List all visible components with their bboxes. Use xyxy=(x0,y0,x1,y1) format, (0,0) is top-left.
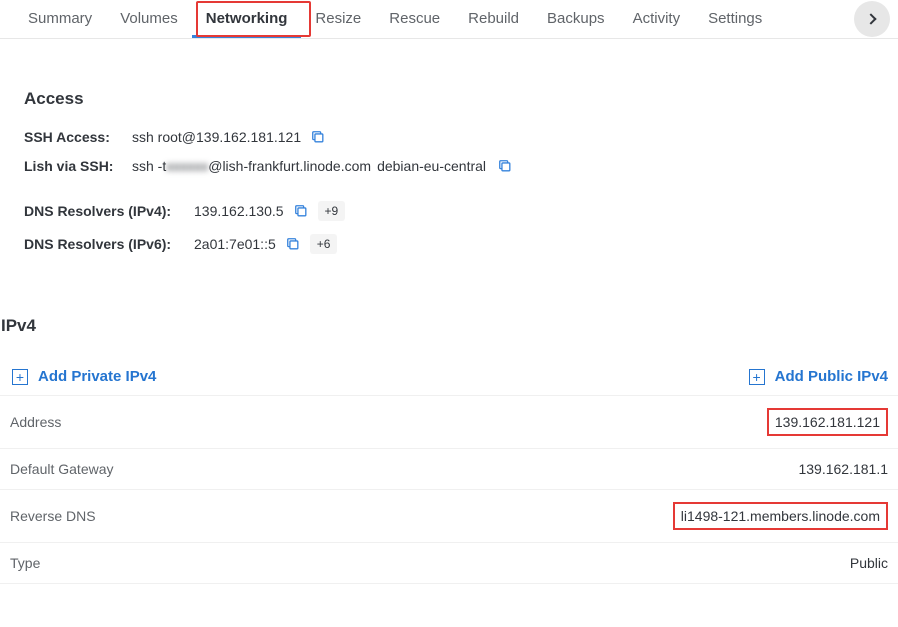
dns-v6-row: DNS Resolvers (IPv6): 2a01:7e01::5 +6 xyxy=(24,234,874,254)
lish-user-redacted: xxxxxx xyxy=(166,158,208,174)
copy-icon[interactable] xyxy=(311,130,325,144)
add-public-ipv4-label: Add Public IPv4 xyxy=(775,368,888,385)
ipv4-address-row: Address 139.162.181.121 xyxy=(0,395,898,448)
tabs-scroll-right-button[interactable] xyxy=(854,1,890,37)
ipv4-type-row: Type Public xyxy=(0,542,898,584)
copy-icon[interactable] xyxy=(294,204,308,218)
lish-host: @lish-frankfurt.linode.com xyxy=(208,158,371,174)
tab-bar: Summary Volumes Networking Resize Rescue… xyxy=(0,0,898,39)
lish-prefix: ssh -t xyxy=(132,158,166,174)
tab-backups[interactable]: Backups xyxy=(533,0,619,38)
dns-v6-label: DNS Resolvers (IPv6): xyxy=(24,236,194,252)
add-public-ipv4-button[interactable]: + Add Public IPv4 xyxy=(749,368,888,385)
tab-summary[interactable]: Summary xyxy=(14,0,106,38)
dns-v4-value: 139.162.130.5 xyxy=(194,203,284,219)
dns-v6-value: 2a01:7e01::5 xyxy=(194,236,276,252)
copy-icon[interactable] xyxy=(498,159,512,173)
ipv4-add-row: + Add Private IPv4 + Add Public IPv4 xyxy=(0,354,898,395)
plus-icon: + xyxy=(12,369,28,385)
ipv4-type-key: Type xyxy=(10,555,40,571)
tab-activity[interactable]: Activity xyxy=(619,0,695,38)
ipv4-rdns-row: Reverse DNS li1498-121.members.linode.co… xyxy=(0,489,898,542)
access-panel: Access SSH Access: ssh root@139.162.181.… xyxy=(4,71,894,282)
tab-volumes[interactable]: Volumes xyxy=(106,0,192,38)
ipv4-address-key: Address xyxy=(10,414,61,430)
copy-icon[interactable] xyxy=(286,237,300,251)
ipv4-rdns-value: li1498-121.members.linode.com xyxy=(673,502,888,530)
ipv4-gateway-key: Default Gateway xyxy=(10,461,114,477)
lish-label: Lish via SSH: xyxy=(24,158,132,174)
lish-arg: debian-eu-central xyxy=(377,158,486,174)
lish-row: Lish via SSH: ssh -t xxxxxx@lish-frankfu… xyxy=(24,158,874,174)
tab-settings[interactable]: Settings xyxy=(694,0,776,38)
tab-networking[interactable]: Networking xyxy=(192,0,302,38)
access-title: Access xyxy=(24,89,874,109)
ipv4-title: IPv4 xyxy=(0,316,898,336)
ipv4-address-value: 139.162.181.121 xyxy=(767,408,888,436)
ssh-access-label: SSH Access: xyxy=(24,129,132,145)
dns-v4-more-chip[interactable]: +9 xyxy=(318,201,346,221)
ssh-access-row: SSH Access: ssh root@139.162.181.121 xyxy=(24,129,874,145)
tab-rebuild[interactable]: Rebuild xyxy=(454,0,533,38)
add-private-ipv4-button[interactable]: + Add Private IPv4 xyxy=(12,368,156,385)
dns-v4-row: DNS Resolvers (IPv4): 139.162.130.5 +9 xyxy=(24,201,874,221)
chevron-right-icon xyxy=(865,13,876,24)
ssh-access-value: ssh root@139.162.181.121 xyxy=(132,129,301,145)
ipv4-type-value: Public xyxy=(850,555,888,571)
dns-v6-more-chip[interactable]: +6 xyxy=(310,234,338,254)
tab-resize[interactable]: Resize xyxy=(301,0,375,38)
plus-icon: + xyxy=(749,369,765,385)
ipv4-gateway-row: Default Gateway 139.162.181.1 xyxy=(0,448,898,489)
ipv4-rdns-key: Reverse DNS xyxy=(10,508,96,524)
dns-v4-label: DNS Resolvers (IPv4): xyxy=(24,203,194,219)
tab-rescue[interactable]: Rescue xyxy=(375,0,454,38)
add-private-ipv4-label: Add Private IPv4 xyxy=(38,368,156,385)
ipv4-gateway-value: 139.162.181.1 xyxy=(798,461,888,477)
